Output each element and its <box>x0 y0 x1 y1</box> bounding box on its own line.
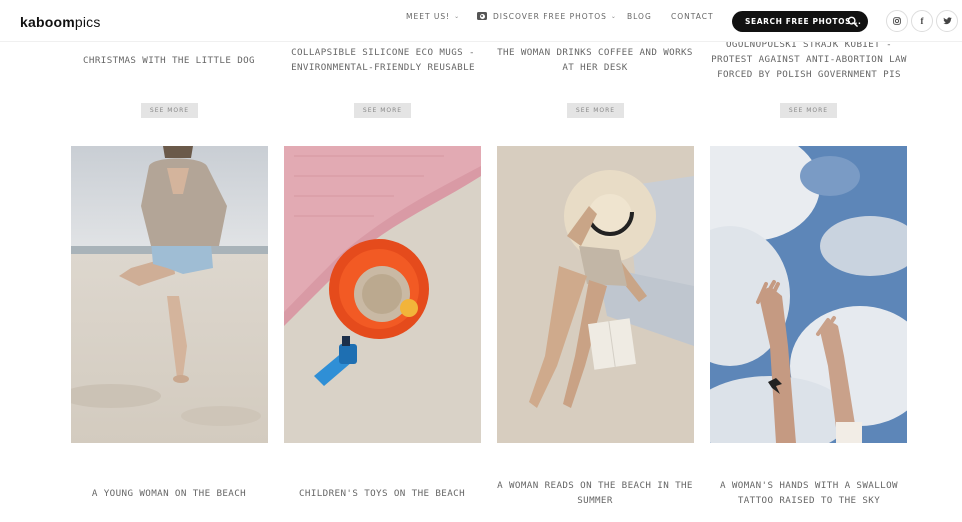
photo-title[interactable]: COLLAPSIBLE SILICONE ECO MUGS - ENVIRONM… <box>282 45 484 75</box>
see-more-button[interactable]: SEE MORE <box>354 103 411 118</box>
photo-title[interactable]: CHRISTMAS WITH THE LITTLE DOG <box>69 53 269 68</box>
search-button[interactable]: SEARCH FREE PHOTOS... <box>732 11 868 32</box>
see-more-button[interactable]: SEE MORE <box>141 103 198 118</box>
nav-contact[interactable]: CONTACT <box>671 12 714 21</box>
chevron-down-icon: ⌄ <box>454 12 461 20</box>
camera-icon <box>477 12 487 20</box>
facebook-icon: f <box>920 16 924 26</box>
photo-title[interactable]: CHILDREN'S TOYS ON THE BEACH <box>282 486 482 501</box>
nav-discover-free-photos[interactable]: DISCOVER FREE PHOTOS ⌄ <box>477 12 617 21</box>
photo-title[interactable]: THE WOMAN DRINKS COFFEE AND WORKS AT HER… <box>495 45 695 75</box>
twitter-button[interactable] <box>936 10 958 32</box>
photo-title[interactable]: A WOMAN'S HANDS WITH A SWALLOW TATTOO RA… <box>707 478 911 508</box>
photo-title[interactable]: A YOUNG WOMAN ON THE BEACH <box>69 486 269 501</box>
see-more-button[interactable]: SEE MORE <box>780 103 837 118</box>
twitter-icon <box>942 17 952 25</box>
facebook-button[interactable]: f <box>911 10 933 32</box>
photo-woman-reads-beach[interactable] <box>497 146 694 443</box>
photo-childrens-toys[interactable] <box>284 146 481 443</box>
search-icon <box>847 16 858 27</box>
photo-title[interactable]: A WOMAN READS ON THE BEACH IN THE SUMMER <box>495 478 695 508</box>
site-header: kaboompics MEET US! ⌄ DISCOVER FREE PHOT… <box>0 0 962 42</box>
photo-young-woman-beach[interactable] <box>71 146 268 443</box>
nav-meet-us[interactable]: MEET US! ⌄ <box>406 12 460 21</box>
photo-hands-swallow-tattoo[interactable] <box>710 146 907 443</box>
chevron-down-icon: ⌄ <box>610 12 617 20</box>
site-logo[interactable]: kaboompics <box>20 14 101 30</box>
nav-blog[interactable]: BLOG <box>627 12 652 21</box>
photo-title[interactable]: OGOLNOPOLSKI STRAJK KOBIET - PROTEST AGA… <box>707 37 911 82</box>
see-more-button[interactable]: SEE MORE <box>567 103 624 118</box>
instagram-button[interactable] <box>886 10 908 32</box>
instagram-icon <box>893 17 901 25</box>
